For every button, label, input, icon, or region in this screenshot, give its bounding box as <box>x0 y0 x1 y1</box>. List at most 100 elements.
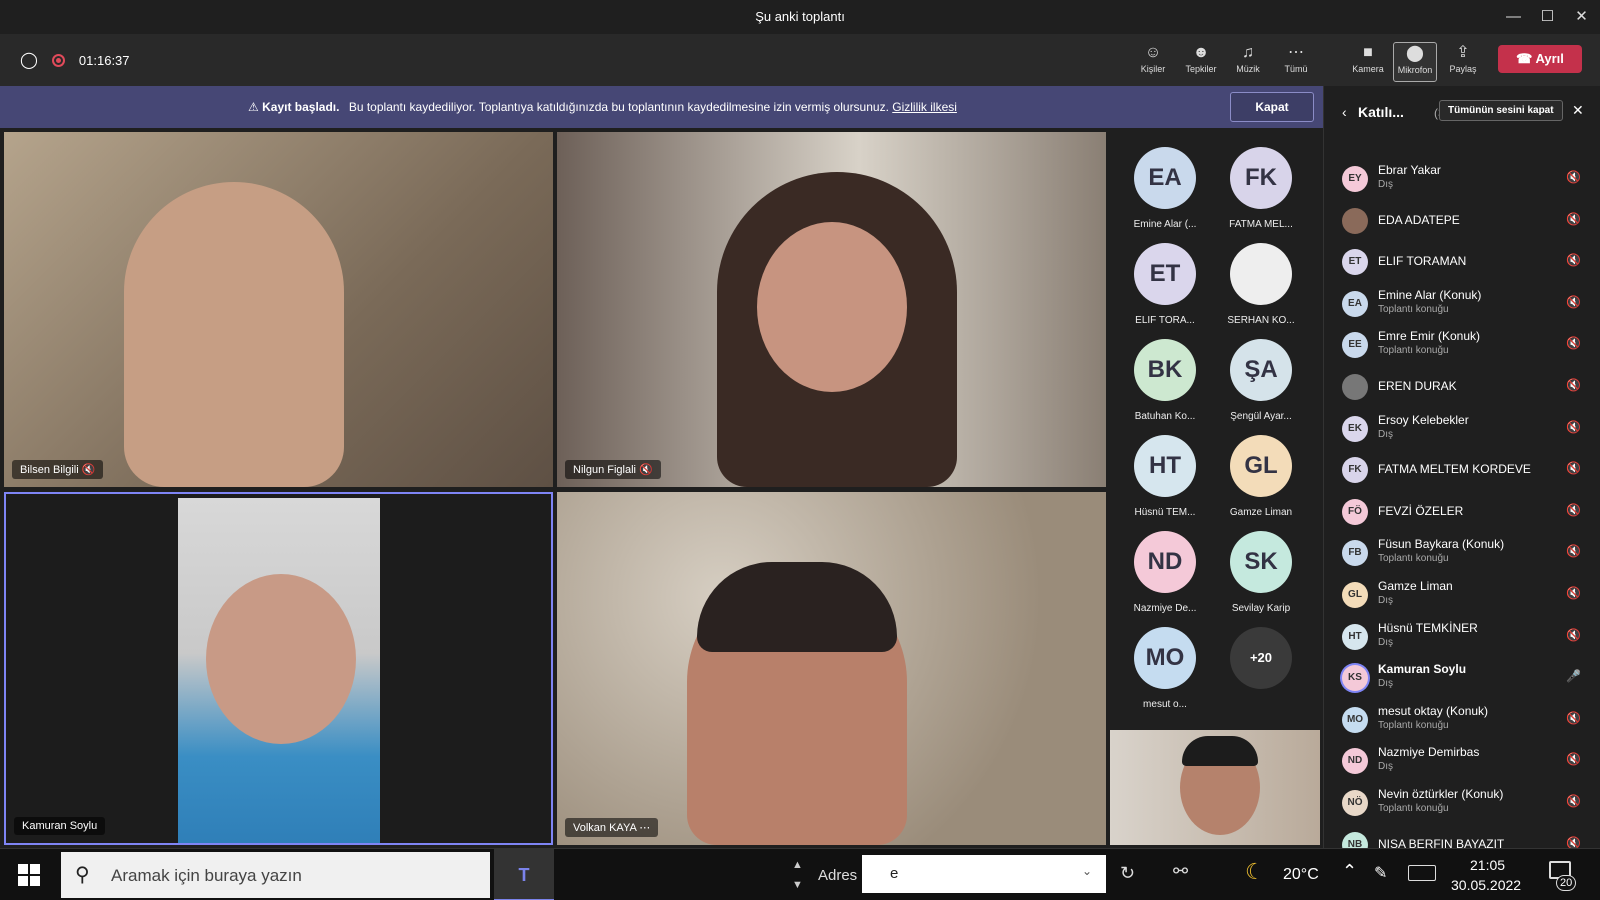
maximize-icon[interactable]: ☐ <box>1531 0 1564 34</box>
more-participants-button[interactable]: +20 <box>1216 627 1306 689</box>
participant-row[interactable]: GL Gamze Liman Dış 🔇 <box>1324 574 1600 616</box>
more-icon: ⋯ <box>1288 44 1304 61</box>
participant-row[interactable]: FÖ FEVZİ ÖZELER 🔇 <box>1324 491 1600 533</box>
participant-list: EY Ebrar Yakar Dış 🔇 EDA ADATEPE 🔇 ET ELIF TORA… <box>1324 158 1600 865</box>
chevron-down-icon[interactable]: ⌄ <box>1082 864 1092 878</box>
address-input[interactable]: e ⌄ <box>862 855 1106 893</box>
toolbar-button-more[interactable]: ⋯ Tümü <box>1274 42 1318 82</box>
participant-role: Dış <box>1378 678 1393 690</box>
teams-meeting-window: Şu anki toplantı — ☐ ✕ ◯ 01:16:37 ☺ Kişil… <box>0 0 1600 900</box>
clock-time: 21:05 <box>1470 857 1506 873</box>
gallery-participant[interactable]: EA Emine Alar (... <box>1120 147 1210 230</box>
gallery-participant[interactable]: BK Batuhan Ko... <box>1120 339 1210 422</box>
chevron-up-icon[interactable]: ⌃ <box>1342 861 1357 882</box>
face <box>757 222 907 392</box>
gallery-name: Nazmiye De... <box>1133 603 1197 614</box>
gallery-participant[interactable]: MO mesut o... <box>1120 627 1210 710</box>
participants-panel: ‹ Katılı... (33) Tümünün sesini kapat ✕ … <box>1323 86 1600 858</box>
participant-row[interactable]: EREN DURAK 🔇 <box>1324 366 1600 408</box>
video-tile[interactable]: Volkan KAYA ⋯ <box>557 492 1106 845</box>
leave-button[interactable]: ☎ Ayrıl <box>1498 45 1582 73</box>
scroll-arrows[interactable]: ▲ ▼ <box>792 855 803 895</box>
participant-name: Emine Alar (Konuk) <box>1378 287 1482 302</box>
toolbar-button-music[interactable]: ♫ Müzik <box>1226 42 1270 82</box>
privacy-link[interactable]: Gizlilik ilkesi <box>892 100 957 114</box>
more-icon[interactable]: ⋯ <box>639 822 650 834</box>
participant-row[interactable]: ET ELIF TORAMAN 🔇 <box>1324 241 1600 283</box>
windows-start-icon[interactable] <box>18 864 40 886</box>
panel-close-icon[interactable]: ✕ <box>1572 102 1584 119</box>
participant-avatar: KS <box>1342 665 1368 692</box>
shield-icon: ◯ <box>20 52 38 69</box>
toolbar-button-label: Müzik <box>1236 64 1260 74</box>
face <box>206 574 356 744</box>
people-icon[interactable]: ⚯ <box>1173 861 1188 882</box>
participant-avatar: NÖ <box>1342 789 1368 816</box>
video-tile[interactable]: Nilgun Figlali 🔇 <box>557 132 1106 487</box>
mute-all-button[interactable]: Tümünün sesini kapat <box>1439 100 1563 121</box>
participant-row[interactable]: FK FATMA MELTEM KORDEVE 🔇 <box>1324 449 1600 491</box>
camera-icon: ■ <box>1363 44 1373 61</box>
meeting-timer: 01:16:37 <box>78 52 130 68</box>
microphone-icon: ⬤ <box>1406 45 1424 62</box>
avatar: GL <box>1230 435 1292 497</box>
avatar: SK <box>1230 531 1292 593</box>
gallery-participant[interactable]: SK Sevilay Karip <box>1216 531 1306 614</box>
tile-name: Bilsen Bilgili <box>20 464 79 476</box>
gallery-participant[interactable]: SERHAN KO... <box>1216 243 1306 326</box>
participant-row[interactable]: EA Emine Alar (Konuk) Toplantı konuğu 🔇 <box>1324 283 1600 325</box>
gallery-participant[interactable]: ŞA Şengül Ayar... <box>1216 339 1306 422</box>
participant-avatar: MO <box>1342 706 1368 733</box>
participant-avatar: ET <box>1342 249 1368 276</box>
video-tile[interactable]: Bilsen Bilgili 🔇 <box>4 132 553 487</box>
participant-row[interactable]: EDA ADATEPE 🔇 <box>1324 200 1600 242</box>
participant-row[interactable]: ND Nazmiye Demirbas Dış 🔇 <box>1324 740 1600 782</box>
participant-row[interactable]: MO mesut oktay (Konuk) Toplantı konuğu 🔇 <box>1324 699 1600 741</box>
gallery-participant[interactable]: HT Hüsnü TEM... <box>1120 435 1210 518</box>
banner-close-button[interactable]: Kapat <box>1230 92 1314 122</box>
participant-avatar: FK <box>1342 457 1368 484</box>
participant-row[interactable]: KS Kamuran Soylu Dış 🎤 <box>1324 657 1600 699</box>
keyboard-icon[interactable] <box>1408 865 1436 881</box>
teams-app-icon[interactable]: T <box>494 849 554 900</box>
gallery-name: FATMA MEL... <box>1229 219 1293 230</box>
participant-name: FATMA MELTEM KORDEVE <box>1378 462 1531 477</box>
participant-row[interactable]: EY Ebrar Yakar Dış 🔇 <box>1324 158 1600 200</box>
mic-off-icon: 🔇 <box>1566 419 1581 434</box>
video-tile-active-speaker[interactable]: Kamuran Soylu <box>4 492 553 845</box>
avatar: FK <box>1230 147 1292 209</box>
toolbar-button-share[interactable]: ⇪ Paylaş <box>1441 42 1485 82</box>
back-icon[interactable]: ‹ <box>1342 104 1347 120</box>
taskbar-search[interactable]: ⚲ Aramak için buraya yazın <box>61 852 490 898</box>
toolbar-button-people[interactable]: ☺ Kişiler <box>1131 42 1175 82</box>
toolbar-button-microphone[interactable]: ⬤ Mikrofon <box>1393 42 1437 82</box>
gallery-participant[interactable]: FK FATMA MEL... <box>1216 147 1306 230</box>
participant-role: Toplantı konuğu <box>1378 802 1449 814</box>
refresh-icon[interactable]: ↻ <box>1120 863 1135 884</box>
participant-avatar: EA <box>1342 290 1368 317</box>
participant-row[interactable]: EK Ersoy Kelebekler Dış 🔇 <box>1324 408 1600 450</box>
participant-row[interactable]: FB Füsun Baykara (Konuk) Toplantı konuğu 🔇 <box>1324 532 1600 574</box>
gallery-participant[interactable]: ET ELIF TORA... <box>1120 243 1210 326</box>
participant-name: ELIF TORAMAN <box>1378 254 1467 269</box>
minimize-icon[interactable]: — <box>1497 0 1530 34</box>
mic-off-icon: 🔇 <box>1566 627 1581 642</box>
participant-role: Toplantı konuğu <box>1378 303 1449 315</box>
gallery-participant[interactable]: ND Nazmiye De... <box>1120 531 1210 614</box>
participant-name: FEVZİ ÖZELER <box>1378 503 1464 518</box>
toolbar-button-label: Tümü <box>1284 64 1308 74</box>
self-view[interactable] <box>1110 730 1320 845</box>
participant-row[interactable]: EE Emre Emir (Konuk) Toplantı konuğu 🔇 <box>1324 324 1600 366</box>
close-icon[interactable]: ✕ <box>1565 0 1598 34</box>
participant-row[interactable]: NÖ Nevin öztürkler (Konuk) Toplantı konuğu… <box>1324 782 1600 824</box>
toolbar-button-reaction[interactable]: ☻ Tepkiler <box>1179 42 1223 82</box>
gallery-participant[interactable]: GL Gamze Liman <box>1216 435 1306 518</box>
toolbar-button-camera[interactable]: ■ Kamera <box>1346 42 1390 82</box>
person-silhouette <box>124 182 344 487</box>
participant-role: Dış <box>1378 594 1393 606</box>
title-bar: Şu anki toplantı — ☐ ✕ <box>0 0 1600 34</box>
participant-row[interactable]: HT Hüsnü TEMKİNER Dış 🔇 <box>1324 616 1600 658</box>
participant-avatar <box>1342 373 1368 400</box>
pen-icon[interactable]: ✎ <box>1374 863 1387 883</box>
panel-header: ‹ Katılı... (33) Tümünün sesini kapat ✕ <box>1324 86 1600 142</box>
